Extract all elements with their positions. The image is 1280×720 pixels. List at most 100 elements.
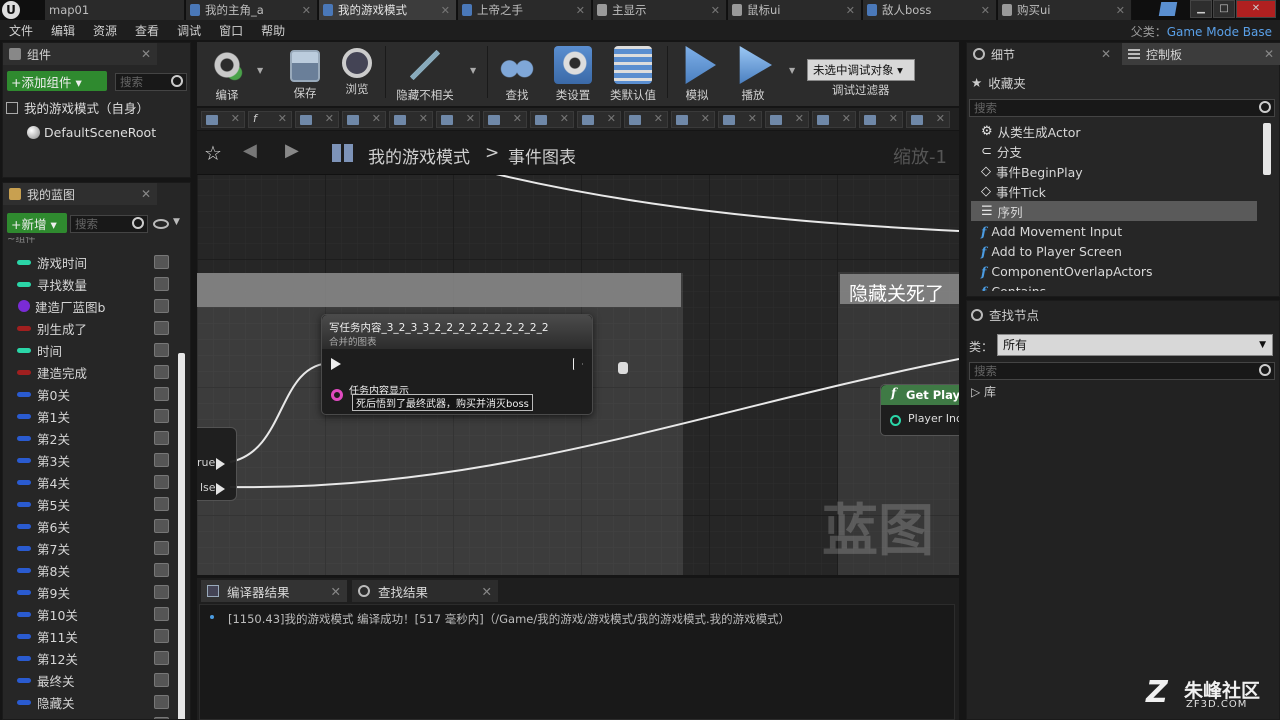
visibility-toggle-icon[interactable]: [154, 431, 169, 445]
close-tab-icon[interactable]: ✕: [466, 112, 475, 125]
variable-row[interactable]: 第9关: [9, 581, 169, 603]
visibility-toggle-icon[interactable]: [154, 365, 169, 379]
variable-row[interactable]: ...: [9, 713, 169, 719]
find-results-tab[interactable]: 查找结果 ✕: [352, 580, 498, 602]
menu-view[interactable]: 查看: [126, 22, 168, 39]
pin-value-textbox[interactable]: 死后悟到了最终武器，购买并消灭boss: [352, 394, 533, 411]
compile-log-line[interactable]: [1150.43]我的游戏模式 编译成功！[517 毫秒内]（/Game/我的游…: [228, 611, 790, 627]
exec-pin-false[interactable]: [216, 483, 225, 495]
close-tab-icon[interactable]: ✕: [1101, 47, 1111, 61]
blueprint-search-input[interactable]: 搜索: [70, 215, 148, 233]
text-input-pin[interactable]: [331, 389, 343, 401]
graph-subtab[interactable]: ✕: [718, 111, 762, 128]
tab-hero[interactable]: 我的主角_a ✕: [186, 0, 318, 20]
parent-class-link[interactable]: Game Mode Base: [1167, 25, 1272, 39]
details-tab[interactable]: 细节 ✕: [967, 43, 1117, 65]
variable-row[interactable]: 时间: [9, 339, 169, 361]
class-defaults-button[interactable]: 类默认值: [603, 42, 663, 102]
close-tab-icon[interactable]: ✕: [302, 4, 311, 17]
close-tab-icon[interactable]: ✕: [560, 112, 569, 125]
comment-header-left[interactable]: [197, 273, 681, 307]
variable-row[interactable]: 建造厂蓝图b: [9, 295, 169, 317]
breadcrumb-root[interactable]: 我的游戏模式: [368, 143, 470, 168]
close-tab-icon[interactable]: ✕: [711, 4, 720, 17]
close-tab-icon[interactable]: ✕: [1264, 47, 1274, 61]
close-tab-icon[interactable]: ✕: [576, 4, 585, 17]
visibility-toggle-icon[interactable]: [154, 409, 169, 423]
palette-tab[interactable]: 控制板 ✕: [1122, 43, 1280, 65]
palette-search-input[interactable]: 搜索: [969, 99, 1275, 117]
visibility-toggle-icon[interactable]: [154, 651, 169, 665]
close-tab-icon[interactable]: ✕: [278, 112, 287, 125]
visibility-toggle-icon[interactable]: [154, 541, 169, 555]
variable-row[interactable]: 第0关: [9, 383, 169, 405]
close-tab-icon[interactable]: ✕: [141, 47, 151, 61]
graph-subtab[interactable]: ✕: [342, 111, 386, 128]
variable-row[interactable]: 第7关: [9, 537, 169, 559]
close-tab-icon[interactable]: ✕: [748, 112, 757, 125]
play-button[interactable]: 播放: [723, 42, 783, 102]
comment-title-right[interactable]: 隐藏关死了: [849, 279, 944, 306]
graph-subtab[interactable]: ✕: [201, 111, 245, 128]
notification-icon[interactable]: [1158, 2, 1178, 16]
menu-file[interactable]: 文件: [0, 22, 42, 39]
class-settings-button[interactable]: 类设置: [543, 42, 603, 102]
tab-god-hand[interactable]: 上帝之手 ✕: [458, 0, 592, 20]
variable-row[interactable]: 游戏时间: [9, 251, 169, 273]
compile-options-dropdown[interactable]: ▼: [257, 66, 263, 75]
graph-subtab[interactable]: ✕: [530, 111, 574, 128]
visibility-toggle-icon[interactable]: [154, 343, 169, 357]
debug-object-select[interactable]: 未选中调试对象 ▾: [807, 59, 915, 81]
close-tab-icon[interactable]: ✕: [231, 112, 240, 125]
visibility-eye-icon[interactable]: [153, 219, 169, 229]
branch-node[interactable]: rue lse: [197, 427, 237, 501]
close-tab-icon[interactable]: ✕: [419, 112, 428, 125]
visibility-toggle-icon[interactable]: [154, 321, 169, 335]
favorite-star-icon[interactable]: ☆: [204, 141, 222, 165]
variable-row[interactable]: 第3关: [9, 449, 169, 471]
menu-debug[interactable]: 调试: [168, 22, 210, 39]
browse-button[interactable]: 浏览: [327, 42, 387, 102]
visibility-dropdown-icon[interactable]: ▼: [173, 217, 180, 227]
add-component-button[interactable]: +添加组件 ▾: [7, 71, 107, 91]
close-tab-icon[interactable]: ✕: [325, 112, 334, 125]
variable-row[interactable]: 最终关: [9, 669, 169, 691]
menu-help[interactable]: 帮助: [252, 22, 294, 39]
simulate-button[interactable]: 模拟: [667, 42, 727, 102]
visibility-toggle-icon[interactable]: [154, 255, 169, 269]
play-options-dropdown[interactable]: ▼: [789, 66, 795, 75]
tab-main-display[interactable]: 主显示 ✕: [593, 0, 727, 20]
save-button[interactable]: 保存: [275, 42, 335, 102]
variable-row[interactable]: 建造完成: [9, 361, 169, 383]
graph-subtab[interactable]: ✕: [577, 111, 621, 128]
tab-buy-ui[interactable]: 购买ui ✕: [998, 0, 1132, 20]
tab-map01[interactable]: map01: [45, 0, 185, 20]
visibility-toggle-icon[interactable]: [154, 695, 169, 709]
blueprint-graph[interactable]: ☆ ◀ ▶ 我的游戏模式 > 事件图表 缩放-1 蓝图 隐藏关死了 rue ls…: [197, 131, 959, 575]
close-tab-icon[interactable]: ✕: [795, 112, 804, 125]
menu-edit[interactable]: 编辑: [42, 22, 84, 39]
close-window-button[interactable]: ✕: [1236, 0, 1276, 18]
visibility-toggle-icon[interactable]: [154, 563, 169, 577]
close-tab-icon[interactable]: ✕: [701, 112, 710, 125]
close-tab-icon[interactable]: ✕: [1116, 4, 1125, 17]
close-tab-icon[interactable]: ✕: [331, 584, 341, 599]
close-tab-icon[interactable]: ✕: [372, 112, 381, 125]
variable-row[interactable]: 别生成了: [9, 317, 169, 339]
library-tree-item[interactable]: ▷ 库: [971, 383, 996, 400]
find-button[interactable]: 查找: [487, 42, 547, 102]
compile-button[interactable]: 编译: [197, 42, 257, 102]
tab-mouse-ui[interactable]: 鼠标ui ✕: [728, 0, 862, 20]
palette-item[interactable]: ◇ 事件Tick: [971, 181, 1257, 201]
palette-item[interactable]: ◇ 事件BeginPlay: [971, 161, 1257, 181]
visibility-toggle-icon[interactable]: [154, 387, 169, 401]
menu-asset[interactable]: 资源: [84, 22, 126, 39]
graph-subtab[interactable]: ✕: [671, 111, 715, 128]
palette-item[interactable]: f ComponentOverlapActors: [971, 261, 1257, 281]
graph-subtab[interactable]: ✕: [295, 111, 339, 128]
variable-row[interactable]: 第12关: [9, 647, 169, 669]
graph-subtab[interactable]: ✕: [624, 111, 668, 128]
visibility-toggle-icon[interactable]: [154, 607, 169, 621]
maximize-button[interactable]: □: [1213, 0, 1235, 18]
visibility-toggle-icon[interactable]: [154, 673, 169, 687]
